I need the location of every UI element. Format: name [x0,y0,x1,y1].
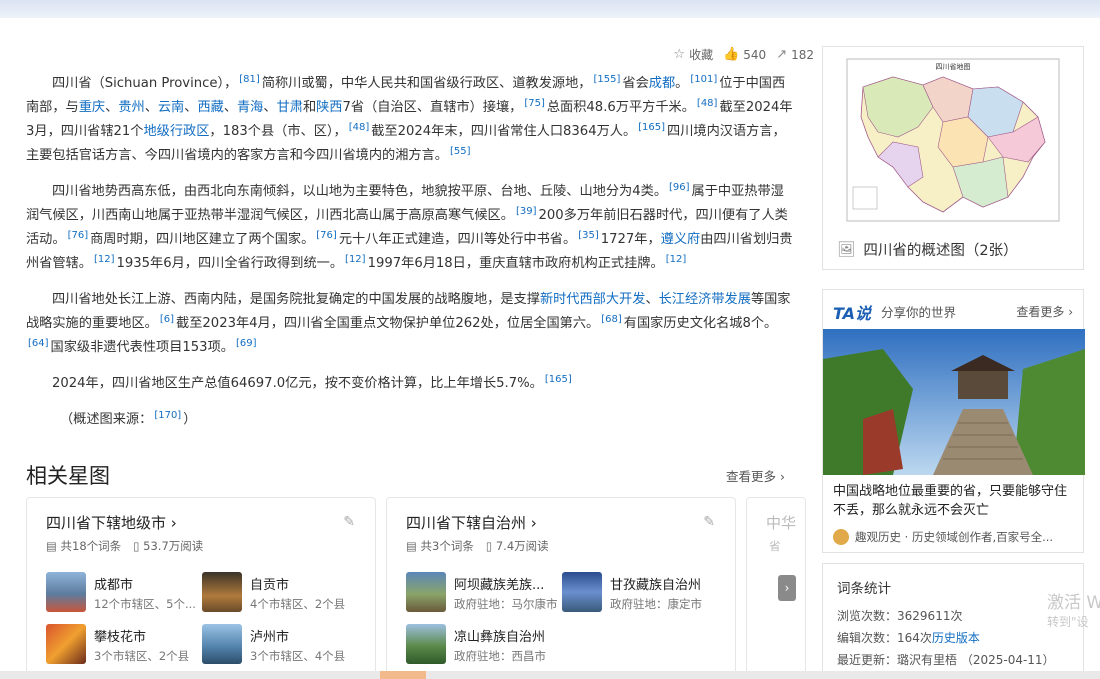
reference-link[interactable]: [75] [524,98,545,109]
related-section-title: 相关星图 [26,464,110,488]
scrollbar-thumb[interactable] [380,671,426,679]
avatar [833,529,849,545]
reference-link[interactable]: [12] [345,254,366,265]
paragraph-5: （概述图来源： [170]） [60,409,197,427]
image-icon: 🖼 [837,242,856,258]
reference-link[interactable]: [48] [697,98,718,109]
reference-link[interactable]: [6] [160,314,174,325]
ta-more-link[interactable]: 查看更多 › [1016,303,1073,320]
link-qinghai[interactable]: 青海 [237,100,263,115]
thumbnail-image [406,572,446,612]
list-item[interactable]: 甘孜藏族自治州 政府驻地：康定市 [562,572,702,612]
ta-article-image[interactable] [823,329,1085,475]
list-icon: ▤ [46,539,61,553]
chevron-right-icon: › [784,581,790,595]
card-title[interactable]: 四川省下辖地级市 › [46,512,177,533]
thumbnail-image [406,624,446,664]
history-version-link[interactable]: 历史版本 [932,631,980,645]
collect-button[interactable]: ☆ 收藏 [673,46,713,63]
reference-link[interactable]: [101] [690,74,717,85]
windows-activation-hint: 转到"设 [1047,615,1089,629]
map-caption[interactable]: 🖼 四川省的概述图（2张） [837,239,1018,260]
sichuan-map-image: 四川省地图 [846,58,1060,222]
thumbnail-image [46,624,86,664]
paragraph-2: 四川省地势西高东低，由西北向东南倾斜，以山地为主要特色，地貌按平原、台地、丘陵、… [26,181,793,271]
reference-link[interactable]: [165] [545,374,572,385]
reference-link[interactable]: [64] [28,338,49,349]
link-western-development[interactable]: 新时代西部大开发 [540,292,646,307]
reference-link[interactable]: [39] [516,206,537,217]
book-icon: ▯ [485,539,496,553]
list-item[interactable]: 自贡市 4个市辖区、2个县 [202,572,345,612]
svg-text:四川省地图: 四川省地图 [936,62,971,71]
card-meta: ▤ 共18个词条 ▯ 53.7万阅读 [46,539,204,553]
horizontal-scrollbar[interactable] [0,671,1100,679]
related-card-prefectures[interactable]: 四川省下辖地级市 › ✎ ▤ 共18个词条 ▯ 53.7万阅读 成都市 12个市辖… [26,497,376,679]
list-item[interactable]: 凉山彝族自治州 政府驻地：西昌市 [406,624,546,664]
reference-link[interactable]: [12] [94,254,115,265]
reference-link[interactable]: [68] [601,314,622,325]
summary-map[interactable]: 四川省地图 🖼 四川省的概述图（2张） [822,46,1084,270]
paragraph-3: 四川省地处长江上游、西南内陆，是国务院批复确定的中国发展的战略腹地，是支撑新时代… [26,292,791,355]
link-shaanxi[interactable]: 陕西 [316,100,342,115]
list-item[interactable]: 成都市 12个市辖区、5个... [46,572,196,612]
list-item[interactable]: 阿坝藏族羌族... 政府驻地：马尔康市 [406,572,558,612]
entry-actions: ☆ 收藏 👍 540 ↗ 182 [673,46,814,63]
reference-link[interactable]: [55] [450,146,471,157]
ta-logo: TA说 [833,304,872,323]
carousel-next-button[interactable]: › [778,575,796,601]
share-button[interactable]: ↗ 182 [776,47,814,62]
link-zunyi[interactable]: 遵义府 [661,232,701,247]
reference-link[interactable]: [96] [669,182,690,193]
share-icon: ↗ [776,47,788,62]
browser-top-bar [0,0,1100,18]
windows-activation-watermark: 激活 W [1047,593,1100,613]
article-summary: 四川省（Sichuan Province）， [81] 简称川或蜀，中华人民共和国省… [26,72,794,444]
edit-icon[interactable]: ✎ [343,514,355,530]
paragraph-4: 2024年，四川省地区生产总值64697.0亿元，按不变价格计算，比上年增长5.… [52,373,572,391]
related-card-partial[interactable]: 中华 省 [746,497,806,679]
paragraph-1: 四川省（Sichuan Province）， [81] 简称川或蜀，中华人民共和国省… [26,73,793,163]
link-chongqing[interactable]: 重庆 [79,100,105,115]
reference-link[interactable]: [12] [666,254,687,265]
star-icon: ☆ [673,47,686,62]
list-item[interactable]: 攀枝花市 3个市辖区、2个县 [46,624,189,664]
reference-link[interactable]: [48] [349,122,370,133]
book-icon: ▯ [133,539,144,553]
card-meta: ▤ 共3个词条 ▯ 7.4万阅读 [406,539,549,553]
link-prefecture[interactable]: 地级行政区 [143,124,209,139]
ta-author[interactable]: 趣观历史 · 历史领域创作者,百家号全... [833,529,1053,545]
reference-link[interactable]: [35] [578,230,599,241]
entry-statistics: 词条统计 浏览次数：3629611次 编辑次数：164次历史版本 最近更新：璐沢… [822,563,1084,679]
like-button[interactable]: 👍 540 [723,47,766,62]
reference-link[interactable]: [76] [68,230,89,241]
list-item[interactable]: 泸州市 3个市辖区、4个县 [202,624,345,664]
reference-link[interactable]: [170] [154,410,181,421]
thumbnail-image [46,572,86,612]
link-guizhou[interactable]: 贵州 [118,100,144,115]
link-yunnan[interactable]: 云南 [158,100,184,115]
thumbs-up-icon: 👍 [723,47,740,62]
card-title[interactable]: 四川省下辖自治州 › [406,512,537,533]
related-card-autonomous-prefectures[interactable]: 四川省下辖自治州 › ✎ ▤ 共3个词条 ▯ 7.4万阅读 阿坝藏族羌族... 政… [386,497,736,679]
thumbnail-image [202,572,242,612]
reference-link[interactable]: [155] [594,74,621,85]
link-xizang[interactable]: 西藏 [197,100,223,115]
list-icon: ▤ [406,539,421,553]
ta-article-title[interactable]: 中国战略地位最重要的省，只要能够守住不丢，那么就永远不会灭亡 [833,482,1077,520]
related-more-link[interactable]: 查看更多 › [726,466,785,485]
link-chengdu[interactable]: 成都 [649,76,675,91]
ta-shuo-panel: TA说 分享你的世界 查看更多 › 中国战略地位最重要的省，只要能够守住不丢，那… [822,289,1085,553]
reference-link[interactable]: [165] [638,122,665,133]
reference-link[interactable]: [81] [239,74,260,85]
link-yangtze-belt[interactable]: 长江经济带发展 [659,292,751,307]
edit-icon[interactable]: ✎ [703,514,715,530]
thumbnail-image [202,624,242,664]
thumbnail-image [562,572,602,612]
reference-link[interactable]: [76] [316,230,337,241]
reference-link[interactable]: [69] [236,338,257,349]
link-gansu[interactable]: 甘肃 [277,100,303,115]
